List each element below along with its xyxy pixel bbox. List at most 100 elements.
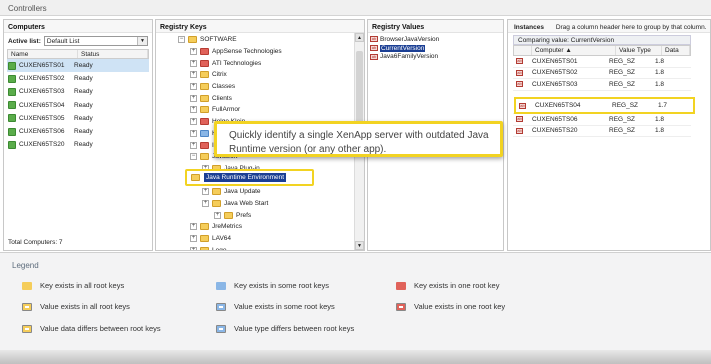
legend-label: Key exists in one root key <box>414 281 500 290</box>
outdated-instance-row[interactable]: ab CUXEN65TS04 REG_SZ 1.7 <box>514 97 695 114</box>
registry-key-item[interactable]: + Classes <box>160 81 364 93</box>
registry-key-item[interactable]: + ATI Technologies <box>160 57 364 69</box>
folder-icon <box>200 223 209 231</box>
computer-row[interactable]: CUXEN65TS05 Ready <box>7 112 149 125</box>
collapse-icon[interactable]: − <box>178 36 185 44</box>
instance-data: 1.8 <box>655 115 665 123</box>
instance-value-type: REG_SZ <box>609 115 636 123</box>
instance-row[interactable]: ab CUXEN65TS20 REG_SZ 1.8 <box>513 126 691 138</box>
expand-icon[interactable]: + <box>190 83 197 91</box>
jre-highlighted-key[interactable]: Java Runtime Environment <box>185 169 314 186</box>
expand-icon[interactable]: + <box>190 118 197 126</box>
instances-panel: Instances Drag a column header here to g… <box>507 19 711 251</box>
computer-row[interactable]: CUXEN65TS06 Ready <box>7 125 149 138</box>
registry-key-item[interactable]: + JreMetrics <box>160 221 364 233</box>
computer-status: Ready <box>74 114 93 122</box>
registry-key-item[interactable]: + Lego <box>160 244 364 250</box>
computer-status: Ready <box>74 62 93 70</box>
instance-row[interactable]: ab CUXEN65TS06 REG_SZ 1.8 <box>513 114 691 126</box>
registry-key-item[interactable]: + Java Web Start <box>160 198 364 210</box>
col-name-header[interactable]: Name <box>8 50 78 58</box>
registry-key-item[interactable]: + Clients <box>160 92 364 104</box>
registry-value-item[interactable]: ab CurrentVersion <box>368 44 503 53</box>
expand-icon[interactable]: + <box>190 246 197 250</box>
expand-icon[interactable]: + <box>190 106 197 114</box>
folder-icon <box>200 141 209 149</box>
col-computer-header[interactable]: Computer ▲ <box>532 46 616 55</box>
computer-name: CUXEN65TS01 <box>19 62 65 70</box>
folder-icon <box>224 211 233 219</box>
folder-icon <box>212 199 221 207</box>
expand-icon[interactable]: + <box>202 188 209 196</box>
expand-icon[interactable]: + <box>190 59 197 67</box>
computer-status: Ready <box>74 88 93 96</box>
value-icon <box>22 302 32 311</box>
col-data-header[interactable]: Data <box>662 46 690 55</box>
registry-value-item[interactable]: ab BrowserJavaVersion <box>368 35 503 44</box>
group-by-hint: Drag a column header here to group by th… <box>555 24 707 31</box>
active-list-select[interactable]: Default List ▼ <box>43 36 148 46</box>
string-value-icon: ab <box>516 127 523 134</box>
computer-icon <box>8 87 16 96</box>
registry-key-item[interactable]: + LAV64 <box>160 233 364 245</box>
expand-icon[interactable]: + <box>190 94 197 102</box>
computer-status: Ready <box>74 75 93 83</box>
expand-icon[interactable]: + <box>214 211 221 219</box>
expand-icon[interactable]: + <box>190 235 197 243</box>
registry-key-label: ATI Technologies <box>212 59 262 67</box>
expand-icon[interactable]: + <box>190 71 197 79</box>
expand-icon[interactable]: + <box>202 199 209 207</box>
folder-icon <box>212 188 221 196</box>
computer-row[interactable]: CUXEN65TS04 Ready <box>7 99 149 112</box>
registry-key-label: Java Web Start <box>224 199 269 207</box>
folder-icon <box>200 94 209 102</box>
jre-key-label: Java Runtime Environment <box>204 173 287 182</box>
callout-note: Quickly identify a single XenApp server … <box>214 121 503 157</box>
instance-row[interactable]: ab CUXEN65TS01 REG_SZ 1.8 <box>513 56 691 68</box>
registry-key-item[interactable]: − SOFTWARE <box>160 34 364 46</box>
legend-panel: Legend Key exists in all root keys Key ex… <box>0 252 711 364</box>
string-value-icon: ab <box>370 53 378 60</box>
registry-key-item[interactable]: + Prefs <box>160 209 364 221</box>
registry-key-item[interactable]: + AppSense Technologies <box>160 46 364 58</box>
computer-row[interactable]: CUXEN65TS20 Ready <box>7 138 149 151</box>
instance-row[interactable]: ab CUXEN65TS03 REG_SZ 1.8 <box>513 79 691 91</box>
registry-key-label: Citrix <box>212 71 227 79</box>
legend-label: Value exists in one root key <box>414 302 506 311</box>
computers-header: Computers <box>4 20 152 33</box>
computer-icon <box>8 114 16 123</box>
expand-icon[interactable]: + <box>190 48 197 56</box>
registry-value-label: CurrentVersion <box>380 44 426 52</box>
registry-key-label: FullArmor <box>212 106 241 114</box>
legend-label: Value type differs between root keys <box>234 324 355 333</box>
computer-row[interactable]: CUXEN65TS01 Ready <box>7 59 149 73</box>
col-value-type-header[interactable]: Value Type <box>616 46 662 55</box>
scroll-up-icon[interactable]: ▲ <box>355 33 364 42</box>
instance-computer: CUXEN65TS03 <box>532 80 578 88</box>
folder-icon <box>200 246 209 250</box>
collapse-icon[interactable]: − <box>190 153 197 161</box>
registry-key-item[interactable]: + FullArmor <box>160 104 364 116</box>
instance-value-type: REG_SZ <box>609 57 636 65</box>
registry-value-label: BrowserJavaVersion <box>380 35 440 43</box>
string-value-icon: ab <box>370 36 378 43</box>
scroll-down-icon[interactable]: ▼ <box>355 241 364 250</box>
computer-row[interactable]: CUXEN65TS02 Ready <box>7 72 149 85</box>
registry-key-item[interactable]: + Java Update <box>160 186 364 198</box>
legend-item: Value type differs between root keys <box>216 324 354 333</box>
chevron-down-icon[interactable]: ▼ <box>137 37 147 45</box>
registry-value-item[interactable]: ab Java6FamilyVersion <box>368 52 503 61</box>
computer-icon <box>8 74 16 83</box>
legend-item: Value exists in all root keys <box>22 302 130 311</box>
computer-name: CUXEN65TS20 <box>19 141 65 149</box>
instance-row[interactable]: ab CUXEN65TS02 REG_SZ 1.8 <box>513 68 691 80</box>
computer-icon <box>8 140 16 149</box>
expand-icon[interactable]: + <box>190 223 197 231</box>
sort-asc-icon: ▲ <box>565 47 572 54</box>
instance-computer: CUXEN65TS20 <box>532 127 578 135</box>
expand-icon[interactable]: + <box>190 141 197 149</box>
registry-key-item[interactable]: + Citrix <box>160 69 364 81</box>
col-status-header[interactable]: Status <box>78 50 148 58</box>
computer-row[interactable]: CUXEN65TS03 Ready <box>7 85 149 98</box>
expand-icon[interactable]: + <box>190 129 197 137</box>
